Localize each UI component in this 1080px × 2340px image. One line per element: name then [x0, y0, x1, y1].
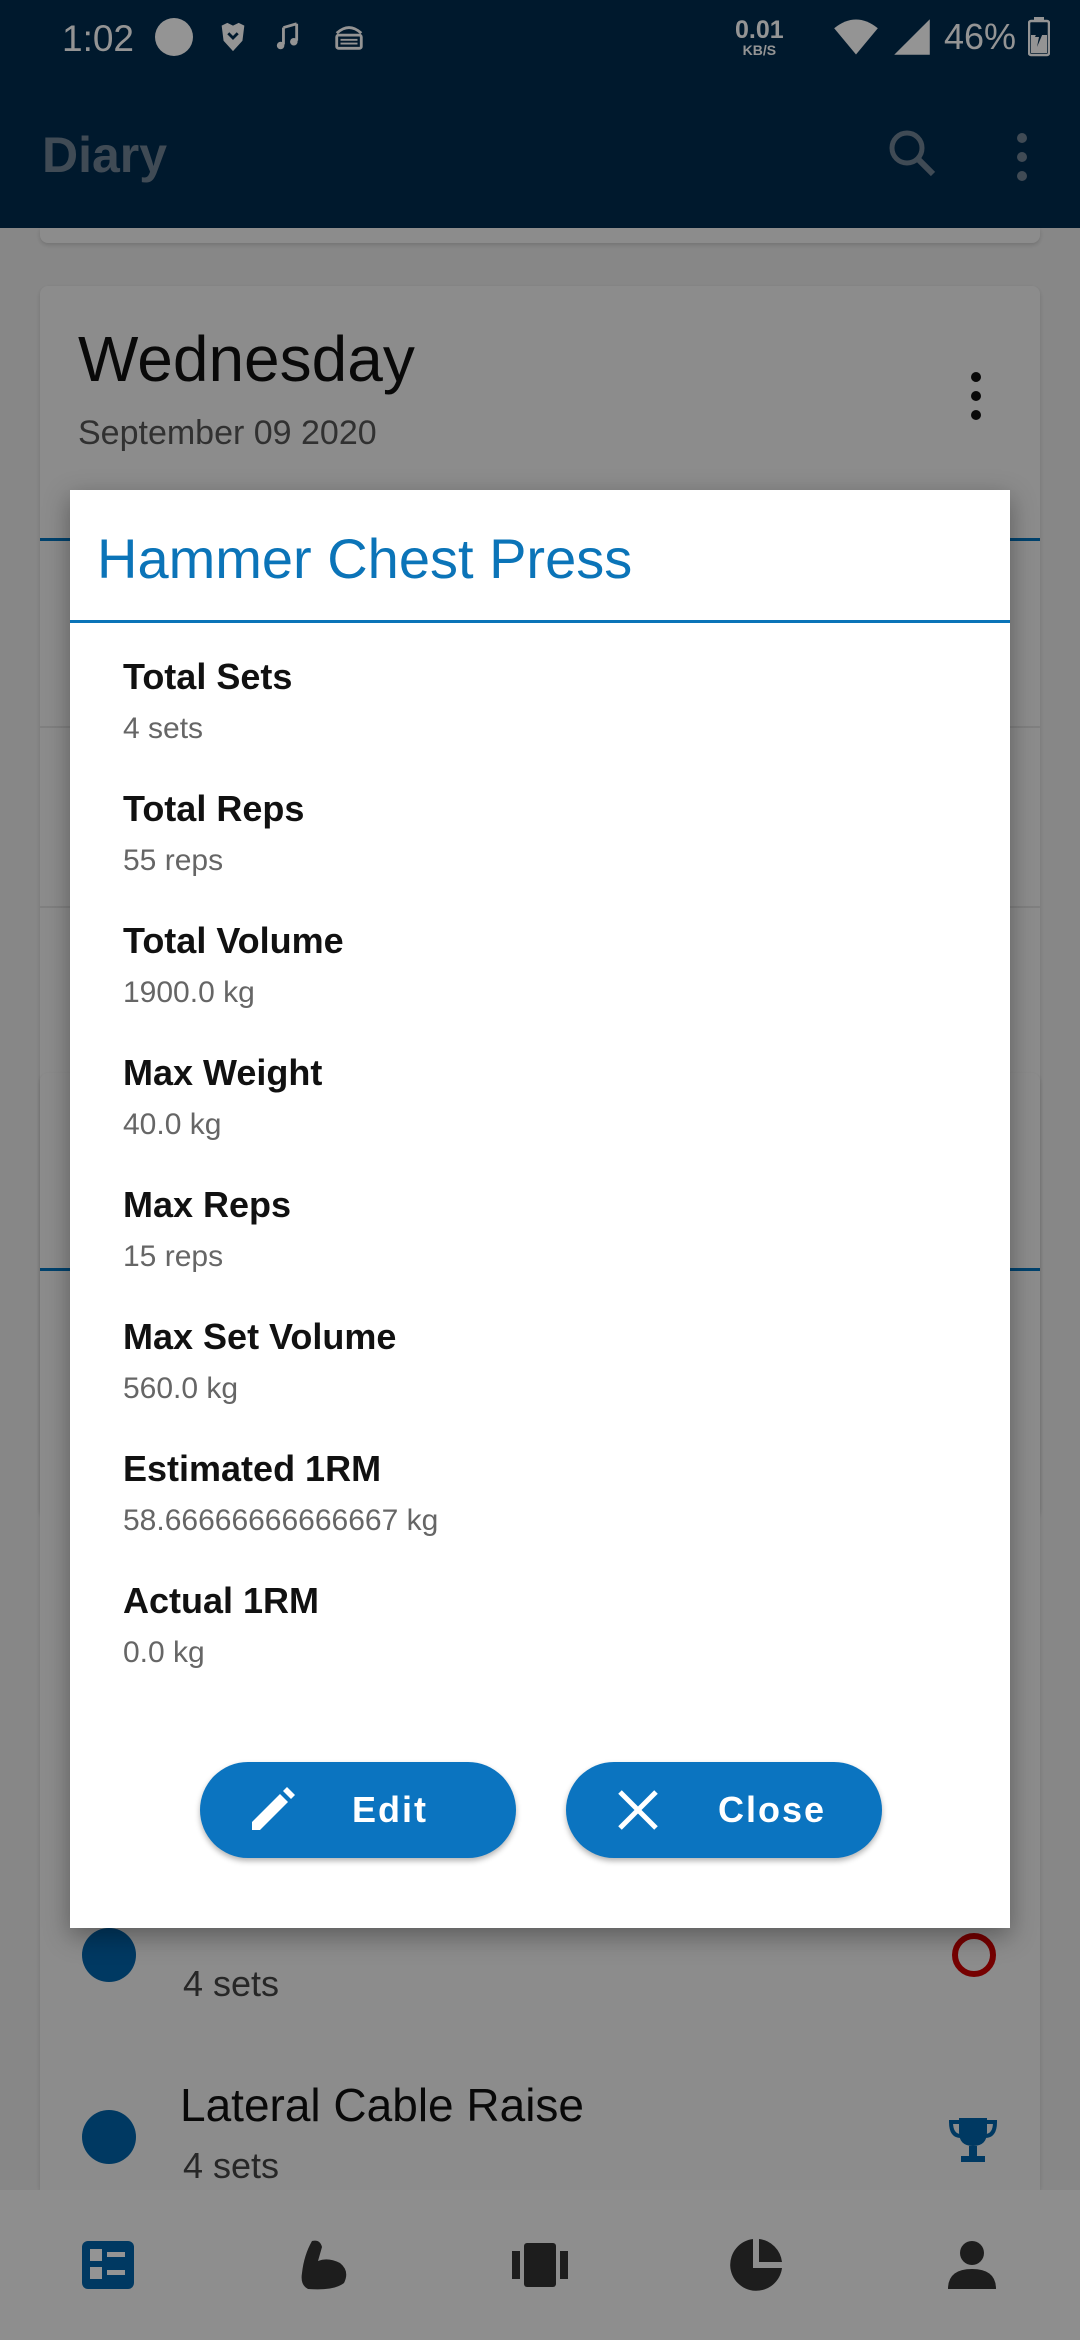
stat-actual-1rm: Actual 1RM 0.0 kg — [123, 1580, 320, 1669]
stat-estimated-1rm: Estimated 1RM 58.66666666666667 kg — [123, 1448, 439, 1537]
stat-max-set-volume: Max Set Volume 560.0 kg — [123, 1316, 397, 1405]
close-icon — [618, 1790, 658, 1830]
pencil-icon — [252, 1787, 295, 1830]
close-button[interactable]: Close — [566, 1762, 882, 1858]
edit-button-label: Edit — [352, 1789, 428, 1830]
exercise-stats-dialog: Hammer Chest Press Total Sets 4 sets Tot… — [70, 490, 1010, 1928]
close-button-label: Close — [718, 1789, 827, 1830]
stat-total-reps: Total Reps 55 reps — [123, 788, 305, 877]
dialog-title: Hammer Chest Press — [97, 527, 633, 590]
stat-max-reps: Max Reps 15 reps — [123, 1184, 292, 1273]
stat-total-volume: Total Volume 1900.0 kg — [123, 920, 344, 1009]
stat-max-weight: Max Weight 40.0 kg — [123, 1052, 323, 1141]
dialog-divider — [70, 620, 1010, 623]
edit-button[interactable]: Edit — [200, 1762, 516, 1858]
stat-total-sets: Total Sets 4 sets — [123, 656, 293, 745]
